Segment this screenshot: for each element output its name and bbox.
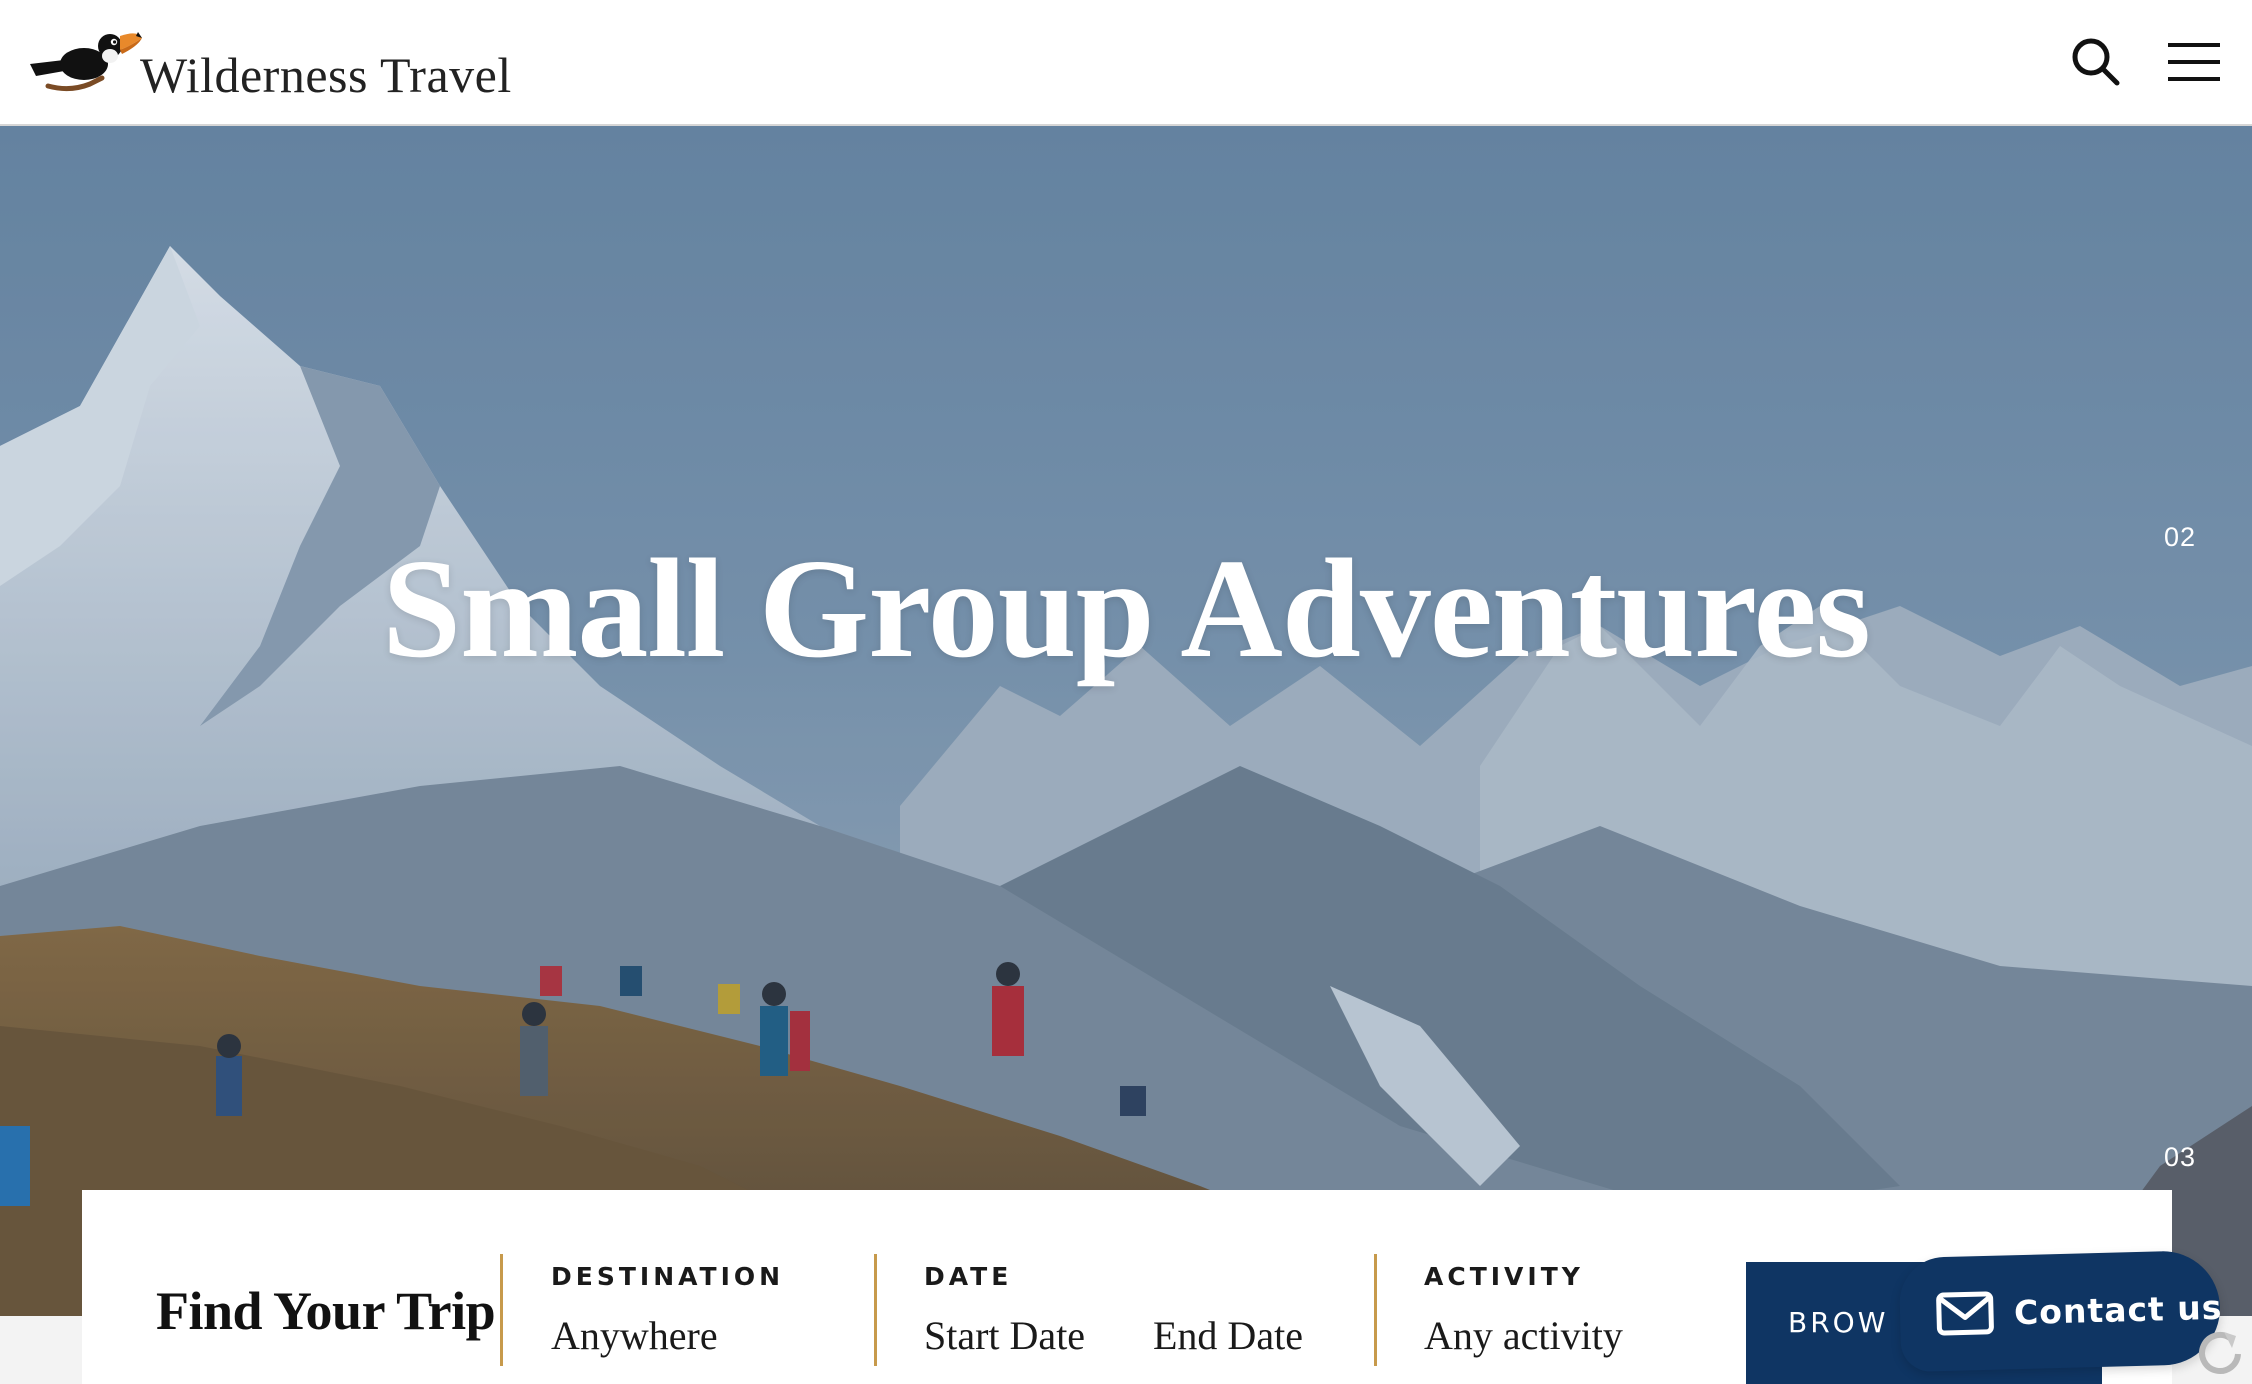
- hamburger-menu-icon: [2168, 43, 2220, 81]
- brand-name: Wilderness Travel: [140, 47, 512, 103]
- slide-indicator-02[interactable]: 02: [2150, 522, 2210, 553]
- contact-us-button[interactable]: Contact us: [1898, 1249, 2223, 1373]
- field-divider: [500, 1254, 503, 1366]
- find-trip-title: Find Your Trip: [156, 1281, 496, 1341]
- page-background-strip: [0, 1316, 82, 1384]
- activity-label: ACTIVITY: [1424, 1262, 1584, 1291]
- search-icon: [2072, 38, 2120, 86]
- end-date-field[interactable]: End Date: [1153, 1312, 1303, 1359]
- slide-indicator-03[interactable]: 03: [2150, 1142, 2210, 1173]
- trip-search-bar: Find Your Trip DESTINATION Anywhere DATE…: [82, 1190, 2172, 1384]
- search-button[interactable]: [2066, 32, 2126, 92]
- start-date-field[interactable]: Start Date: [924, 1312, 1085, 1359]
- menu-button[interactable]: [2164, 32, 2224, 92]
- mountain-landscape-image: [0, 126, 2252, 1316]
- field-divider: [1374, 1254, 1377, 1366]
- browse-button-label: BROW: [1788, 1306, 1889, 1339]
- destination-select[interactable]: Anywhere: [551, 1312, 718, 1359]
- date-label: DATE: [924, 1262, 1013, 1291]
- recaptcha-icon: [2199, 1331, 2241, 1374]
- destination-label: DESTINATION: [551, 1262, 785, 1291]
- envelope-icon: [1936, 1291, 1994, 1336]
- site-header: Wilderness Travel: [0, 0, 2252, 126]
- activity-select[interactable]: Any activity: [1424, 1312, 1623, 1359]
- toucan-logo-icon: [30, 32, 142, 92]
- hero-title: Small Group Adventures: [382, 529, 1871, 687]
- field-divider: [874, 1254, 877, 1366]
- hero-banner: Small Group Adventures 02 03: [0, 126, 2252, 1316]
